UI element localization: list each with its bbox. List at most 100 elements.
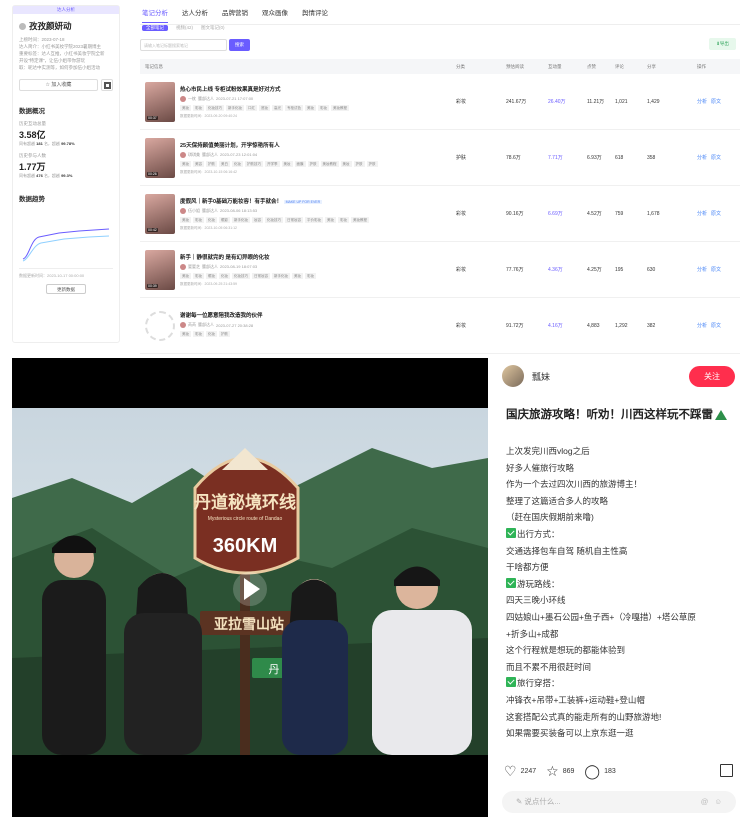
- star-count: 869: [562, 767, 575, 775]
- tab-notes[interactable]: 笔记分析: [142, 7, 168, 23]
- tab-brand[interactable]: 品牌营销: [222, 7, 248, 17]
- original-link[interactable]: 原文: [711, 323, 721, 329]
- cell-actions: 分析 原文: [697, 210, 737, 217]
- star-icon[interactable]: ☆: [546, 764, 559, 778]
- share-icon[interactable]: [720, 764, 733, 777]
- note-title[interactable]: 热心市民上线 专柜试粉效果真是好对方式: [180, 85, 450, 93]
- note-thumbnail[interactable]: 00:37: [145, 81, 175, 122]
- comment-icon[interactable]: ◯: [584, 764, 600, 778]
- sign-title: 丹道秘境环线: [194, 492, 296, 512]
- note-thumbnail[interactable]: 00:42: [145, 193, 175, 234]
- play-button[interactable]: [233, 572, 267, 606]
- cell-likes: 6.93万: [587, 155, 602, 161]
- duration: 00:37: [147, 115, 158, 120]
- stat-sub: 同有超越 181 名，超越 99.78%: [19, 141, 113, 147]
- author-tier: 腰部达人: [198, 322, 214, 327]
- original-link[interactable]: 原文: [711, 155, 721, 161]
- tag: 彩妆: [305, 272, 316, 279]
- update-time: 数据更新时间：2023-10-17 00:00:00: [19, 273, 85, 278]
- note-title[interactable]: 度假风｜新手0基础万能妆容！有手就会！ MAKE UP FOR EVER: [180, 197, 450, 205]
- qr-code-button[interactable]: [101, 79, 113, 91]
- analyze-link[interactable]: 分析: [697, 211, 707, 217]
- note-title[interactable]: 谢谢每一位愿意陪我改造我的伙伴: [180, 311, 450, 319]
- tag: 新手化妆: [272, 272, 290, 279]
- add-favorite-button[interactable]: ☆ 加入收藏: [19, 79, 98, 91]
- tag: 美妆: [180, 160, 191, 167]
- cell-comments: 1,021: [615, 98, 628, 105]
- comment-input[interactable]: ✎ 说点什么... @☺: [502, 791, 736, 813]
- video-player[interactable]: 丹道秘境环线 Mysterious circle route of Dandao…: [12, 358, 488, 817]
- tag: 眼妆: [206, 272, 217, 279]
- tab-creators[interactable]: 达人分析: [182, 7, 208, 17]
- analyze-link[interactable]: 分析: [697, 99, 707, 105]
- tag-list: 美妆 彩妆 化妆技巧 新手化妆 口红 底妆 高光 专柜试色 美妆 彩妆 美妆教程: [180, 104, 450, 111]
- author-name[interactable]: 芮芮: [188, 322, 196, 328]
- original-link[interactable]: 原文: [711, 99, 721, 105]
- tag: 底妆: [259, 104, 270, 111]
- analyze-link[interactable]: 分析: [697, 155, 707, 161]
- update-data-button[interactable]: 更新数据: [46, 284, 86, 294]
- emoji-icons[interactable]: @☺: [701, 791, 728, 813]
- post-line-text: 上次发完川西vlog之后: [506, 446, 590, 456]
- star-icon: ☆: [45, 82, 51, 88]
- col-interactions[interactable]: 互动量: [548, 64, 587, 70]
- col-shares[interactable]: 分享: [647, 64, 697, 70]
- avatar: [180, 263, 186, 270]
- col-reads[interactable]: 预估阅读: [506, 64, 548, 70]
- brand-badge: MAKE UP FOR EVER: [283, 199, 323, 204]
- tag: 美妆: [281, 160, 293, 167]
- post-line: 冲锋衣+吊带+工装裤+运动鞋+登山帽: [506, 692, 741, 709]
- note-author: 伍小姐 腰部达人 2023-08-06 18:13:53: [180, 207, 450, 214]
- note-author: 一枕 腰部达人 2023-07-21 17:07:00: [180, 95, 450, 102]
- author-name[interactable]: 琪琪美: [188, 152, 200, 158]
- checkmark-icon: [506, 577, 516, 588]
- export-button[interactable]: ⬇导出: [709, 38, 736, 50]
- original-link[interactable]: 原文: [711, 211, 721, 217]
- heart-icon[interactable]: ♡: [504, 764, 517, 778]
- note-info: 谢谢每一位愿意陪我改造我的伙伴 芮芮 腰部达人 2023-07-27 20:38:2…: [140, 310, 456, 341]
- post-title: 国庆旅游攻略！听劝！川西这样玩不踩雷: [500, 406, 741, 425]
- stat-sub-num: 476: [36, 173, 43, 178]
- subtab-image[interactable]: 图文笔记(0): [201, 25, 225, 31]
- post-line: 四姑娘山+墨石公园+鱼子西+（冷嘎措）+塔公草原: [506, 609, 741, 626]
- search-button[interactable]: 搜索: [229, 38, 250, 51]
- note-title-text: 度假风｜新手0基础万能妆容！有手就会！: [180, 198, 283, 205]
- avatar: [180, 207, 186, 214]
- tag: 护肤: [219, 331, 230, 337]
- analyze-link[interactable]: 分析: [697, 323, 707, 329]
- note-title[interactable]: 25天保持颜值美丽计划，开学惊艳所有人: [180, 141, 450, 149]
- note-thumbnail[interactable]: 00:26: [145, 137, 175, 178]
- post-line: 上次发完川西vlog之后: [506, 443, 741, 460]
- author-name[interactable]: 伍小姐: [188, 208, 200, 214]
- author-name[interactable]: 婴婴芝: [188, 264, 200, 270]
- col-comments[interactable]: 评论: [615, 64, 647, 70]
- author-nickname[interactable]: 瓢妹: [532, 370, 689, 383]
- note-info: 00:26 25天保持颜值美丽计划，开学惊艳所有人 琪琪美 腰部达人 2023-07…: [140, 137, 456, 178]
- original-link[interactable]: 原文: [711, 267, 721, 273]
- author-avatar[interactable]: [502, 365, 524, 387]
- post-line-text: 这套搭配公式真的能走所有的山野旅游地!: [506, 711, 662, 722]
- stat-value: 1.77万: [19, 162, 46, 172]
- trend-line: [22, 228, 110, 262]
- tab-audience[interactable]: 观众画像: [262, 7, 288, 17]
- col-likes[interactable]: 点赞: [587, 64, 615, 70]
- subtab-all[interactable]: 全部笔记: [142, 25, 168, 31]
- note-title[interactable]: 新手｜静很就完的 是有幻异眼的化妆: [180, 253, 450, 261]
- tag: 彩妆: [318, 104, 329, 111]
- note-title-text: 新手｜静很就完的 是有幻异眼的化妆: [180, 254, 270, 261]
- note-thumbnail[interactable]: 00:39: [145, 249, 175, 290]
- qr-code-icon: [103, 81, 111, 89]
- col-info: 笔记信息: [145, 63, 163, 69]
- cell-likes: 4.25万: [587, 267, 602, 273]
- search-input[interactable]: 请输入笔记标题搜索笔记: [140, 38, 227, 51]
- analyze-link[interactable]: 分析: [697, 267, 707, 273]
- post-line: 干啥都方便: [506, 559, 741, 576]
- note-info: 00:42 度假风｜新手0基础万能妆容！有手就会！ MAKE UP FOR EV…: [140, 193, 456, 234]
- author-name[interactable]: 一枕: [188, 96, 196, 102]
- tab-comments[interactable]: 舆情评论: [302, 7, 328, 17]
- note-author: 婴婴芝 腰部达人 2023-08-19 18:07:03: [180, 263, 450, 270]
- subtab-video[interactable]: 视频(42): [176, 25, 193, 31]
- follow-button[interactable]: 关注: [689, 365, 735, 387]
- trend-chart: [19, 209, 113, 269]
- cell-category: 护肤: [456, 155, 467, 161]
